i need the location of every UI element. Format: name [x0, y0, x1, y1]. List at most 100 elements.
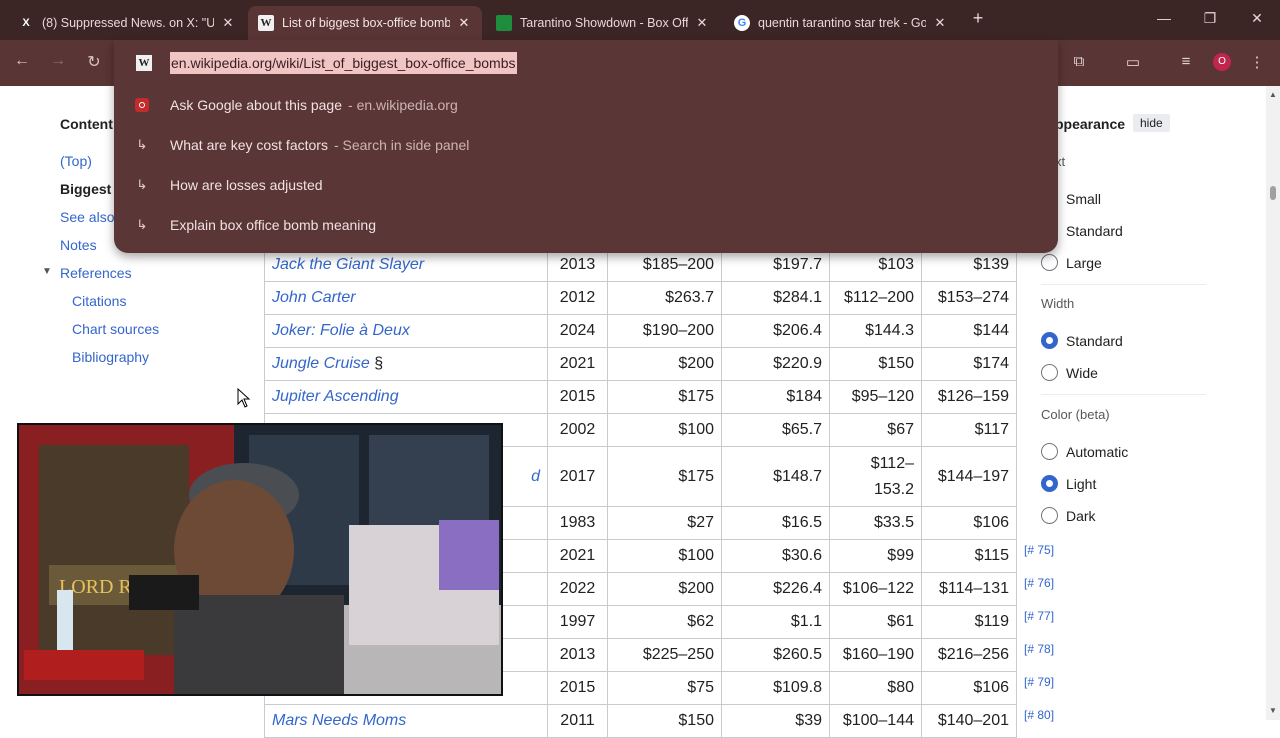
loss-cell-text: $33.5: [873, 514, 914, 531]
loss-adjusted-cell: $119: [921, 605, 1017, 639]
suggestion-ask-google[interactable]: Ask Google about this page - en.wikipedi…: [114, 87, 1058, 123]
radio-button[interactable]: [1041, 364, 1058, 381]
toc-item-chart-sources[interactable]: Chart sources: [72, 321, 159, 337]
toc-item-citations[interactable]: Citations: [72, 293, 126, 309]
film-title-cell[interactable]: Jungle Cruise §: [264, 347, 548, 381]
restore-button[interactable]: ❐: [1200, 10, 1220, 27]
film-title-cell-text[interactable]: Jungle Cruise: [272, 355, 370, 372]
year-cell: 2013: [547, 638, 608, 672]
film-title-cell-text[interactable]: John Carter: [272, 289, 356, 306]
suggestion-losses-adjusted[interactable]: ↳ How are losses adjusted: [114, 167, 1058, 203]
hide-button[interactable]: hide: [1133, 114, 1170, 132]
close-tab-icon[interactable]: ✕: [220, 15, 236, 31]
color-automatic-option[interactable]: Automatic: [1041, 443, 1128, 460]
loss-cell: $67: [829, 413, 922, 447]
width-standard-option[interactable]: Standard: [1041, 332, 1123, 349]
loss-cell-text: $100–144: [842, 712, 914, 729]
scroll-up-icon[interactable]: ▲: [1269, 90, 1277, 99]
budget-cell: $62: [607, 605, 722, 639]
tab-x-post[interactable]: X (8) Suppressed News. on X: "UK ✕: [8, 6, 246, 40]
film-title-cell-text[interactable]: d: [531, 468, 540, 485]
loss-cell-text: $61: [887, 613, 914, 630]
suggestion-cost-factors[interactable]: ↳ What are key cost factors - Search in …: [114, 127, 1058, 163]
option-label: Dark: [1066, 507, 1096, 524]
side-panel-icon[interactable]: ▭: [1122, 53, 1144, 71]
arrow-return-icon: ↳: [136, 177, 148, 192]
tab-google-search[interactable]: G quentin tarantino star trek - Google ✕: [724, 6, 958, 40]
chevron-down-icon[interactable]: ▼: [42, 266, 52, 277]
option-label: Standard: [1066, 332, 1123, 349]
page-scrollbar[interactable]: ▲ ▼: [1266, 86, 1280, 720]
loss-cell: $112–200: [829, 281, 922, 315]
reading-list-icon[interactable]: ≡: [1175, 53, 1197, 70]
back-button[interactable]: ←: [11, 52, 33, 70]
toc-item-references[interactable]: References: [60, 265, 132, 281]
loss-cell-text: $106–122: [842, 580, 914, 597]
suggestion-text: Ask Google about this page: [170, 97, 343, 113]
budget-cell-text: $185–200: [642, 256, 714, 273]
scroll-down-icon[interactable]: ▼: [1269, 706, 1277, 715]
film-title-cell[interactable]: John Carter: [264, 281, 548, 315]
webcam-overlay: LORD RINGS: [17, 423, 503, 696]
arrow-return-icon: ↳: [136, 137, 148, 152]
loss-adjusted-cell-text: $114–131: [939, 580, 1009, 597]
close-tab-icon[interactable]: ✕: [694, 15, 710, 31]
film-title-cell-text[interactable]: Jupiter Ascending: [272, 388, 399, 405]
toc-item-biggest[interactable]: Biggest: [60, 181, 111, 197]
suggestion-explain-bomb[interactable]: ↳ Explain box office bomb meaning: [114, 207, 1058, 243]
close-tab-icon[interactable]: ✕: [456, 15, 472, 31]
radio-button-selected[interactable]: [1041, 332, 1058, 349]
budget-cell: $185–200: [607, 248, 722, 282]
scrollbar-thumb[interactable]: [1270, 186, 1276, 200]
loss-adjusted-cell: $153–274: [921, 281, 1017, 315]
close-window-button[interactable]: ✕: [1247, 10, 1267, 27]
year-cell: 2011: [547, 704, 608, 738]
year-cell-text: 1997: [559, 613, 596, 630]
forward-button[interactable]: →: [47, 52, 69, 70]
tab-tarantino-showdown[interactable]: Tarantino Showdown - Box Office ✕: [486, 6, 720, 40]
gross-cell-text: $30.6: [781, 547, 822, 564]
reload-button[interactable]: ↻: [83, 52, 105, 72]
gross-cell: $220.9: [721, 347, 830, 381]
text-size-large-option[interactable]: Large: [1041, 254, 1102, 271]
minimize-button[interactable]: —: [1154, 10, 1174, 26]
year-cell: 2022: [547, 572, 608, 606]
gross-cell-text: $65.7: [781, 421, 822, 438]
radio-button[interactable]: [1041, 254, 1058, 271]
table-row: John Carter 2012 $263.7 $284.1 $112–200 $153–…: [264, 281, 1069, 315]
color-light-option[interactable]: Light: [1041, 475, 1096, 492]
toc-item-bibliography[interactable]: Bibliography: [72, 349, 149, 365]
film-title-cell-text[interactable]: Joker: Folie à Deux: [272, 322, 410, 339]
film-title-cell[interactable]: Mars Needs Moms: [264, 704, 548, 738]
film-title-cell-text[interactable]: Jack the Giant Slayer: [272, 256, 424, 273]
loss-adjusted-cell: $140–201: [921, 704, 1017, 738]
film-title-cell-text[interactable]: Mars Needs Moms: [272, 712, 406, 729]
color-dark-option[interactable]: Dark: [1041, 507, 1096, 524]
extensions-icon[interactable]: ⧉: [1068, 53, 1090, 70]
gross-cell: $284.1: [721, 281, 830, 315]
tab-wikipedia[interactable]: W List of biggest box-office bombs ✕: [248, 6, 482, 40]
year-cell-text: 2015: [559, 388, 596, 405]
film-title-cell[interactable]: Jack the Giant Slayer: [264, 248, 548, 282]
address-bar-input[interactable]: en.wikipedia.org/wiki/List_of_biggest_bo…: [170, 52, 517, 74]
close-tab-icon[interactable]: ✕: [932, 15, 948, 31]
toc-item-notes[interactable]: Notes: [60, 237, 97, 253]
radio-button[interactable]: [1041, 443, 1058, 460]
budget-cell: $190–200: [607, 314, 722, 348]
toc-item-top[interactable]: (Top): [60, 153, 92, 169]
loss-cell: $80: [829, 671, 922, 705]
radio-button[interactable]: [1041, 507, 1058, 524]
option-label: Wide: [1066, 364, 1098, 381]
appearance-title: ppearance: [1055, 116, 1126, 132]
toc-item-see-also[interactable]: See also: [60, 209, 114, 225]
radio-button-selected[interactable]: [1041, 475, 1058, 492]
google-lens-icon: [135, 98, 149, 112]
gross-cell: $197.7: [721, 248, 830, 282]
width-wide-option[interactable]: Wide: [1041, 364, 1098, 381]
film-title-cell[interactable]: Joker: Folie à Deux: [264, 314, 548, 348]
profile-avatar[interactable]: O: [1213, 53, 1231, 71]
menu-icon[interactable]: ⋮: [1246, 53, 1268, 71]
table-row: Mars Needs Moms 2011 $150 $39 $100–144 $140–2…: [264, 704, 1069, 738]
new-tab-button[interactable]: +: [968, 8, 988, 29]
film-title-cell[interactable]: Jupiter Ascending: [264, 380, 548, 414]
